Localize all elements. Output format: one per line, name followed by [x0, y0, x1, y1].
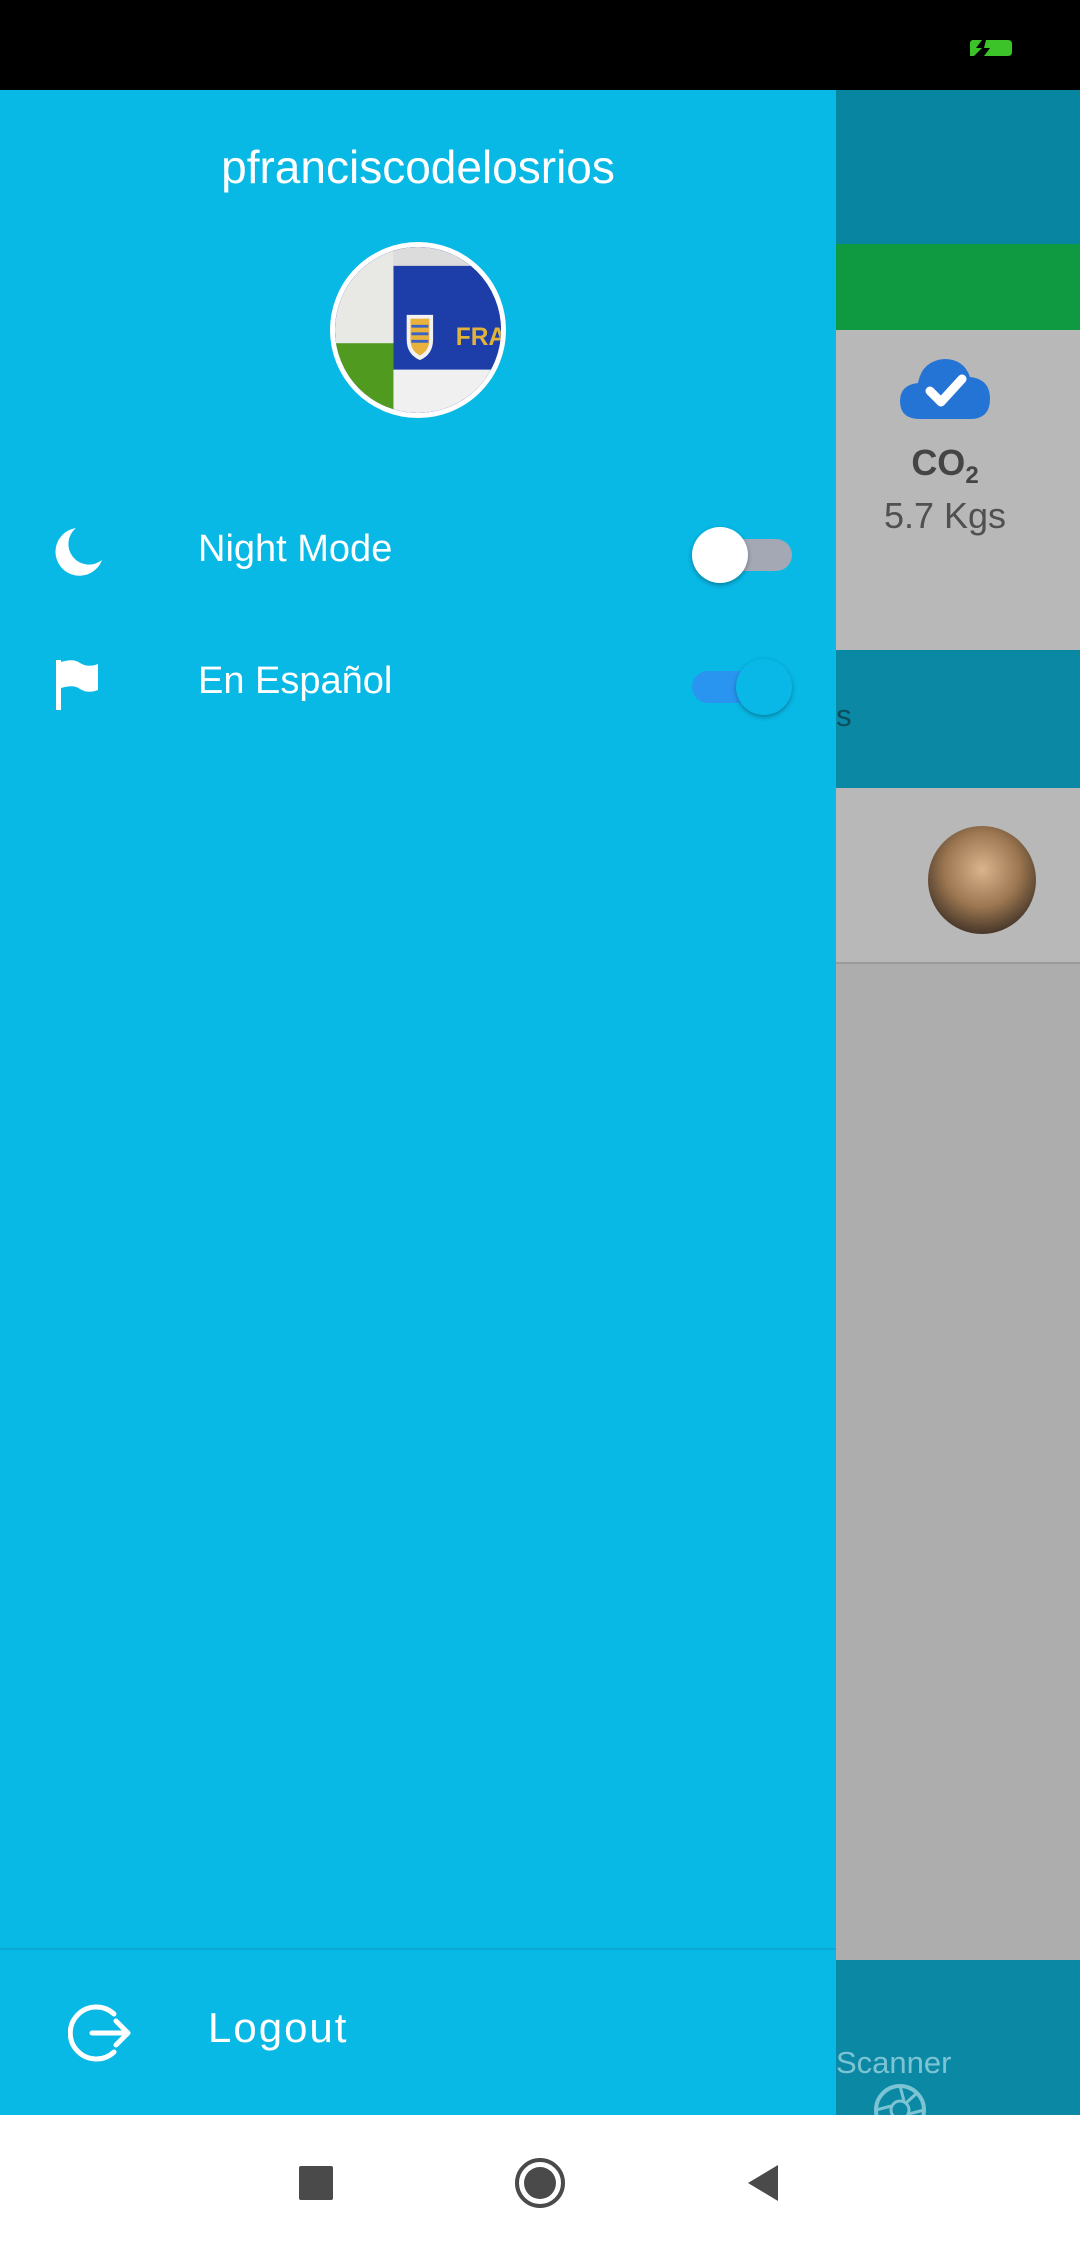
recents-icon[interactable]: [288, 2155, 344, 2211]
cloud-check-icon: [900, 359, 990, 419]
menu-item-night-mode[interactable]: Night Mode: [0, 492, 836, 612]
moon-icon: [55, 528, 102, 576]
logout-icon: [68, 2004, 131, 2062]
night-mode-toggle[interactable]: [692, 522, 792, 583]
avatar: [928, 826, 1036, 934]
night-mode-label: Night Mode: [198, 528, 393, 570]
system-nav-bar: [0, 2115, 1080, 2246]
co2-label: CO2: [911, 442, 979, 490]
bottom-nav-scanner-label: Scanner: [836, 2045, 952, 2080]
profile-photo-icon: FRA: [335, 247, 501, 413]
status-bar: [0, 0, 1080, 90]
toggle-thumb: [736, 659, 792, 715]
home-icon[interactable]: [512, 2155, 568, 2211]
spanish-toggle[interactable]: [692, 654, 792, 715]
logout-button[interactable]: Logout: [0, 1950, 836, 2115]
username: pfranciscodelosrios: [221, 141, 615, 193]
battery-charging-icon: [970, 40, 1012, 56]
aperture-icon: [874, 2084, 926, 2115]
spanish-label: En Español: [198, 660, 393, 702]
toggle-thumb: [692, 527, 748, 583]
avatar-text: FRA: [456, 324, 501, 351]
flag-icon: [56, 660, 98, 710]
menu-item-spanish[interactable]: En Español: [0, 624, 836, 744]
profile-avatar[interactable]: FRA: [330, 242, 506, 418]
navigation-drawer: pfranciscodelosrios FRA Night Mode En: [0, 90, 836, 2115]
back-icon[interactable]: [736, 2155, 792, 2211]
co2-value: 5.7 Kgs: [883, 495, 1007, 536]
logout-label: Logout: [208, 2004, 349, 2051]
